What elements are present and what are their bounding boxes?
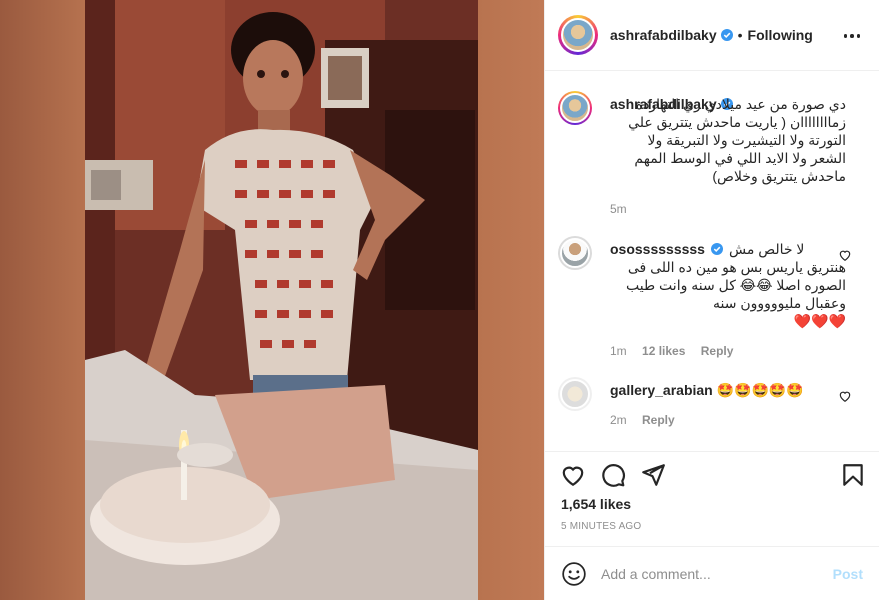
author-avatar[interactable] [558, 15, 598, 55]
comment-hearts: ❤️❤️❤️ [793, 313, 846, 329]
comment-username[interactable]: ososssssssss [610, 240, 705, 258]
birthday-photo-image [85, 0, 478, 600]
caption-text: دي صورة من عيد ميلادي زي النهاردة زماااا… [628, 96, 846, 184]
caption-body: ashrafabdilbaky دي صورة من عيد ميلادي زي… [610, 95, 846, 185]
comments-list[interactable]: ashrafabdilbaky دي صورة من عيد ميلادي زي… [545, 71, 879, 451]
comment-age: 2m [610, 413, 627, 427]
media-backdrop-left [0, 0, 85, 600]
comment-meta: 1m 12 likes Reply [610, 344, 733, 358]
media-backdrop-right [478, 0, 544, 600]
comment-username[interactable]: gallery_arabian [610, 382, 713, 398]
comment-input[interactable] [601, 565, 821, 582]
paper-plane-icon[interactable] [640, 462, 666, 488]
emoji-icon[interactable] [561, 561, 587, 587]
caption-author-avatar[interactable] [558, 91, 592, 125]
comment-body: gallery_arabian 🤩🤩🤩🤩🤩 [610, 381, 846, 399]
comment-body: ososssssssss لا خالص مش هنتريق ياريس بس … [610, 240, 846, 330]
post-header: ashrafabdilbaky • Following [545, 0, 879, 71]
verified-badge-icon [720, 29, 733, 41]
commenter-avatar[interactable] [558, 377, 592, 411]
comment-age: 1m [610, 344, 627, 358]
comment-icon[interactable] [600, 462, 626, 488]
comment-text: 🤩🤩🤩🤩🤩 [716, 382, 804, 398]
comment-text: هنتريق ياريس بس هو مين ده اللى فى الصوره… [626, 259, 846, 311]
more-options-icon[interactable] [840, 24, 864, 48]
author-username[interactable]: ashrafabdilbaky [610, 27, 717, 43]
commenter-avatar[interactable] [558, 236, 592, 270]
comment-like-heart-icon[interactable] [838, 389, 852, 403]
post-comment-button[interactable]: Post [833, 566, 863, 582]
comment-like-heart-icon[interactable] [838, 248, 852, 262]
comment-likes-count[interactable]: 12 likes [642, 344, 685, 358]
post-media[interactable] [0, 0, 544, 600]
heart-icon[interactable] [560, 462, 586, 488]
comment-text-first: لا خالص مش [728, 241, 805, 257]
post-photo[interactable] [85, 0, 478, 600]
comment-meta: 2m Reply [610, 413, 675, 427]
bookmark-icon[interactable] [840, 462, 866, 488]
action-bar [545, 451, 879, 495]
post-sidebar: ashrafabdilbaky • Following ashrafabdilb… [544, 0, 879, 600]
follow-status-button[interactable]: Following [748, 27, 813, 43]
post-timestamp[interactable]: 5 MINUTES AGO [561, 521, 641, 532]
likes-count[interactable]: 1,654 likes [561, 496, 631, 512]
verified-badge-icon [710, 243, 723, 255]
comment-reply-button[interactable]: Reply [642, 413, 675, 427]
separator-dot: • [737, 27, 743, 43]
comment-reply-button[interactable]: Reply [701, 344, 734, 358]
caption-age: 5m [610, 202, 627, 216]
comment-composer: Post [545, 546, 879, 600]
